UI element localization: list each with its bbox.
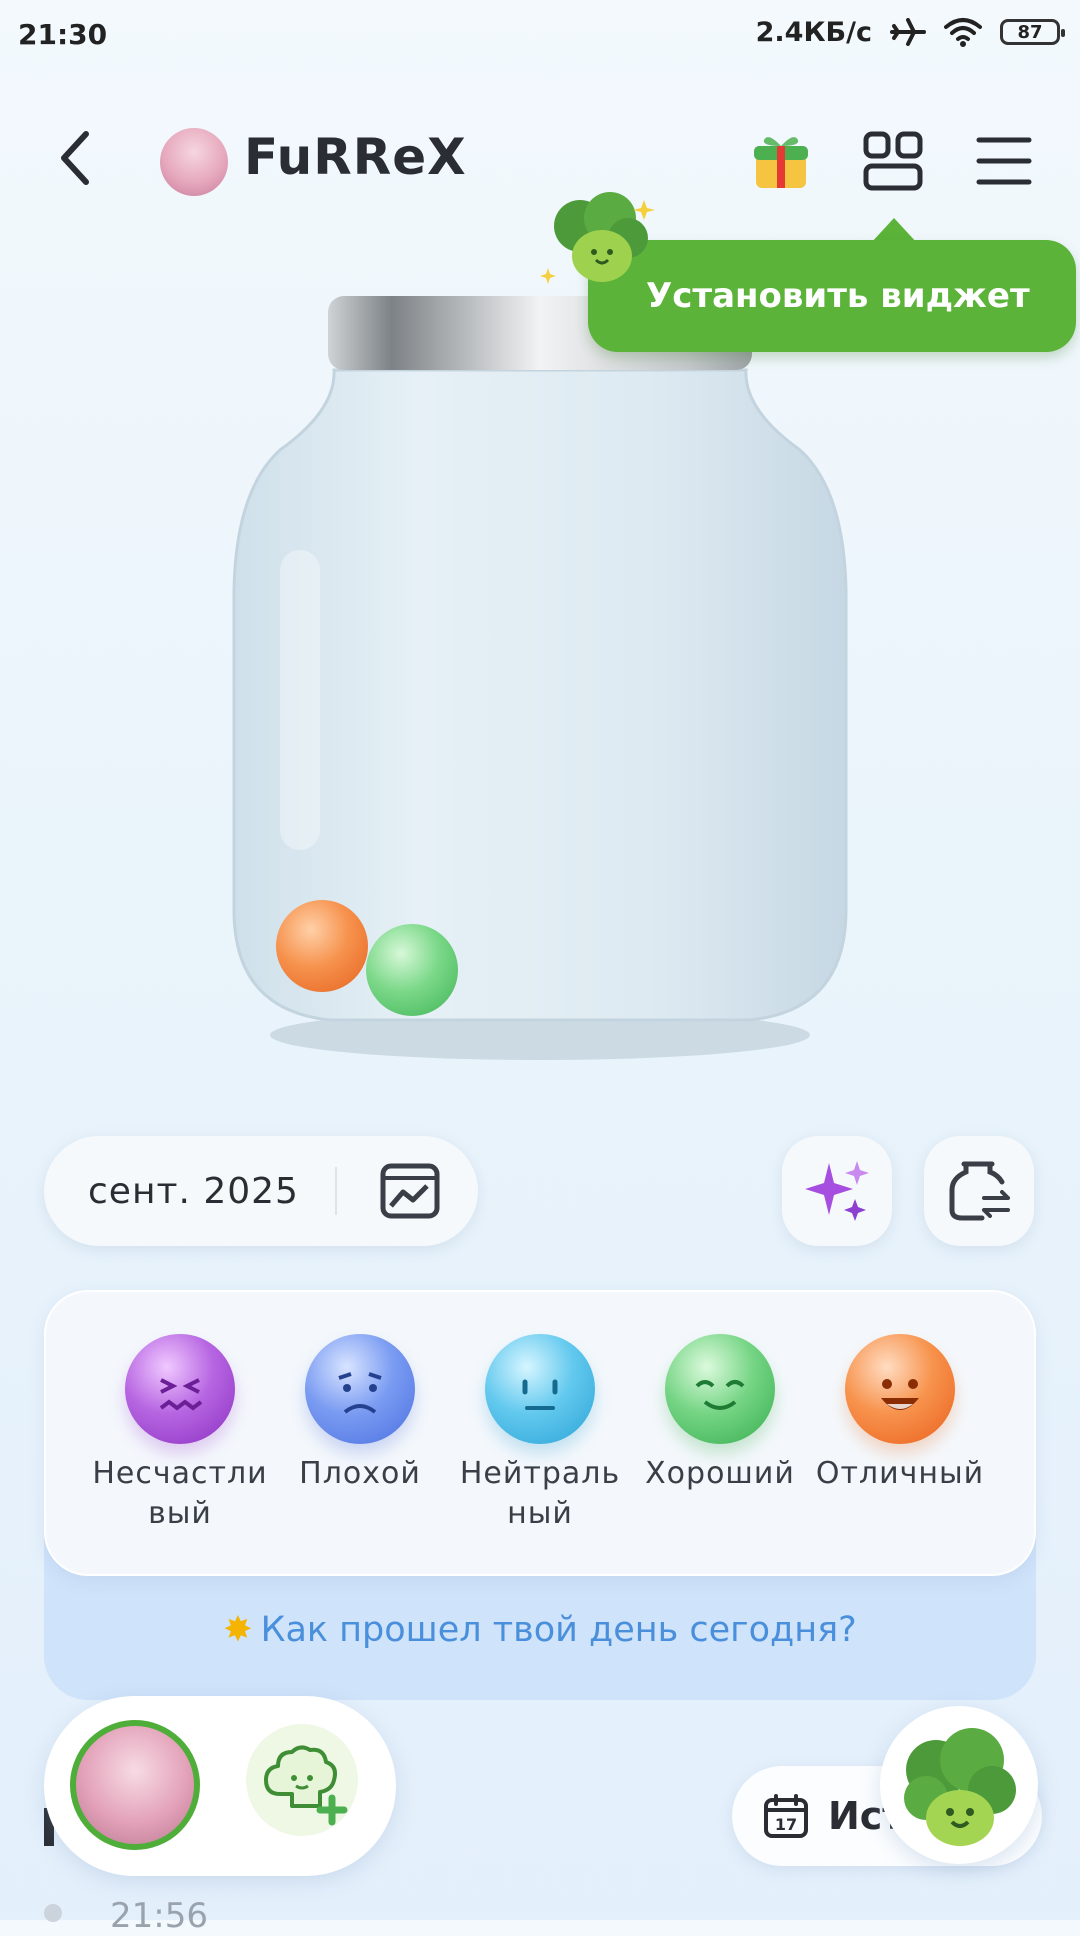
user-avatar[interactable] <box>160 128 228 196</box>
broccoli-icon <box>904 1728 1016 1846</box>
mood-label-bad: Плохой <box>299 1456 421 1491</box>
network-speed: 2.4КБ/с <box>755 16 872 48</box>
switch-jar-button[interactable] <box>924 1136 1034 1246</box>
timeline-dot <box>44 1904 62 1922</box>
mood-option-good[interactable]: Хороший <box>630 1334 810 1494</box>
mood-option-excellent[interactable]: Отличный <box>810 1334 990 1494</box>
smile-face-icon <box>665 1334 775 1444</box>
user-name[interactable]: FuRReX <box>244 128 467 186</box>
mood-label-excellent: Отличный <box>815 1456 985 1491</box>
worried-face-icon <box>305 1334 415 1444</box>
sad-face-icon <box>125 1334 235 1444</box>
gift-icon[interactable] <box>750 130 812 192</box>
add-friend-icon <box>264 1745 348 1826</box>
back-button[interactable] <box>52 128 100 188</box>
sun-icon: ✸ <box>223 1610 253 1650</box>
wifi-icon <box>944 18 982 47</box>
broccoli-assistant-button[interactable] <box>880 1706 1038 1864</box>
jar-ball-excellent[interactable] <box>276 900 368 992</box>
month-label: сент. 2025 <box>88 1170 299 1212</box>
jar-ball-good[interactable] <box>366 924 458 1016</box>
add-friend-button[interactable] <box>246 1724 358 1836</box>
status-time: 21:30 <box>18 18 108 51</box>
broccoli-mascot-icon <box>540 192 655 284</box>
jar-switch-icon <box>949 1161 1010 1221</box>
grin-face-icon <box>845 1334 955 1444</box>
widget-icon[interactable] <box>862 130 924 192</box>
status-indicators: 2.4КБ/с 87 <box>755 16 1065 48</box>
install-widget-tooltip[interactable]: Установить виджет <box>588 240 1076 352</box>
mood-option-bad[interactable]: Плохой <box>270 1334 450 1494</box>
daily-prompt[interactable]: ✸ Как прошел твой день сегодня? <box>44 1610 1036 1650</box>
mood-label-neutral: Нейтральный <box>459 1456 621 1531</box>
menu-icon[interactable] <box>975 134 1033 188</box>
my-avatar[interactable] <box>70 1720 200 1850</box>
entry-time: 21:56 <box>110 1896 208 1936</box>
mood-option-unhappy[interactable]: Несчастливый <box>90 1334 270 1534</box>
battery-indicator: 87 <box>1000 19 1065 45</box>
mood-label-good: Хороший <box>645 1456 795 1491</box>
mood-option-neutral[interactable]: Нейтральный <box>450 1334 630 1534</box>
neutral-face-icon <box>485 1334 595 1444</box>
mood-label-unhappy: Несчастливый <box>92 1456 268 1531</box>
airplane-icon <box>890 18 926 46</box>
chart-icon[interactable] <box>379 1162 441 1220</box>
ai-insights-button[interactable] <box>782 1136 892 1246</box>
divider <box>334 1167 337 1215</box>
daily-prompt-text: Как прошел твой день сегодня? <box>260 1610 857 1650</box>
sparkle-icon <box>805 1161 869 1221</box>
calendar-icon: 17 <box>764 1794 808 1838</box>
svg-text:17: 17 <box>775 1815 797 1834</box>
month-selector[interactable]: сент. 2025 <box>44 1136 478 1246</box>
